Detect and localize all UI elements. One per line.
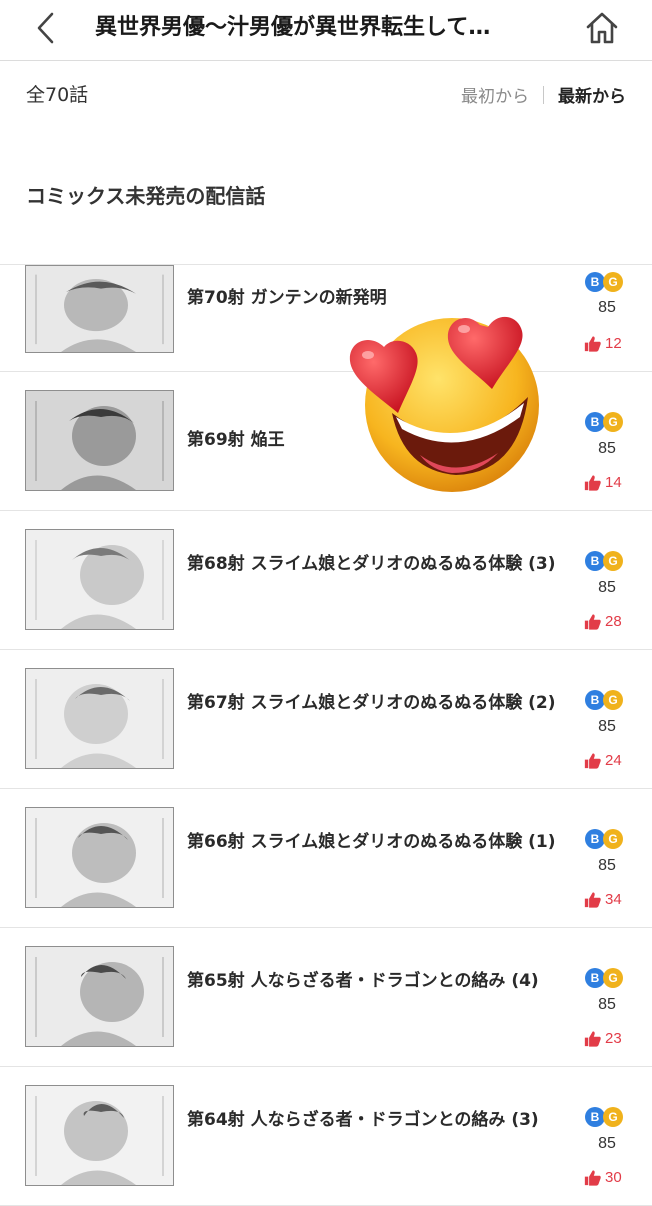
episode-price: 85	[598, 299, 616, 316]
episode-row[interactable]: 第68射 スライム娘とダリオのぬるぬる体験 (3) B G 85 28	[0, 511, 652, 650]
b-badge-icon: B	[585, 551, 605, 571]
episode-row[interactable]: 第69射 焔王 B G 85 14	[0, 372, 652, 511]
episode-row[interactable]: 第65射 人ならざる者・ドラゴンとの絡み (4) B G 85 23	[0, 928, 652, 1067]
like-count: 28	[605, 612, 622, 630]
thumbs-up-icon	[584, 335, 601, 352]
episode-row[interactable]: 第67射 スライム娘とダリオのぬるぬる体験 (2) B G 85 24	[0, 650, 652, 789]
episode-thumbnail[interactable]	[25, 529, 174, 630]
b-badge-icon: B	[585, 690, 605, 710]
g-badge-icon: G	[603, 1107, 623, 1127]
chevron-left-icon	[37, 12, 54, 44]
episode-title: 第65射 人ならざる者・ドラゴンとの絡み (4)	[187, 971, 539, 991]
sort-toggle: 最初から 最新から	[461, 82, 626, 107]
point-badges: B G	[585, 551, 627, 573]
top-bar: 異世界男優〜汁男優が異世界転生して…	[0, 0, 652, 61]
thumbs-up-icon	[584, 1030, 601, 1047]
heart-eyes-emoji-icon	[349, 316, 539, 492]
page-title: 異世界男優〜汁男優が異世界転生して…	[95, 15, 491, 40]
like-count: 30	[605, 1168, 622, 1186]
episode-price: 85	[598, 996, 616, 1013]
like-counter[interactable]: 34	[584, 889, 622, 909]
episode-thumbnail[interactable]	[25, 1085, 174, 1186]
b-badge-icon: B	[585, 272, 605, 292]
manga-panel-image	[26, 266, 173, 352]
episode-row[interactable]: 第64射 人ならざる者・ドラゴンとの絡み (3) B G 85 30	[0, 1067, 652, 1206]
home-icon	[586, 12, 618, 44]
b-badge-icon: B	[585, 1107, 605, 1127]
manga-panel-image	[26, 1086, 173, 1185]
episode-title: 第64射 人ならざる者・ドラゴンとの絡み (3)	[187, 1110, 539, 1130]
thumbs-up-icon	[584, 474, 601, 491]
manga-panel-image	[26, 530, 173, 629]
point-badges: B G	[585, 829, 627, 851]
episode-price: 85	[598, 579, 616, 596]
like-counter[interactable]: 14	[584, 472, 622, 492]
home-button[interactable]	[582, 8, 622, 48]
episode-thumbnail[interactable]	[25, 668, 174, 769]
episode-thumbnail[interactable]	[25, 807, 174, 908]
manga-panel-image	[26, 391, 173, 490]
like-count: 14	[605, 473, 622, 491]
point-badges: B G	[585, 412, 627, 434]
like-count: 34	[605, 890, 622, 908]
point-badges: B G	[585, 272, 627, 294]
sort-oldest-button[interactable]: 最初から	[461, 82, 529, 107]
like-counter[interactable]: 12	[584, 333, 622, 353]
episode-price: 85	[598, 857, 616, 874]
thumbs-up-icon	[584, 752, 601, 769]
episode-price: 85	[598, 440, 616, 457]
episode-price: 85	[598, 1135, 616, 1152]
point-badges: B G	[585, 690, 627, 712]
like-count: 23	[605, 1029, 622, 1047]
like-count: 24	[605, 751, 622, 769]
episode-thumbnail[interactable]	[25, 390, 174, 491]
like-counter[interactable]: 28	[584, 611, 622, 631]
episode-title: 第66射 スライム娘とダリオのぬるぬる体験 (1)	[187, 832, 556, 852]
episode-title: 第67射 スライム娘とダリオのぬるぬる体験 (2)	[187, 693, 556, 713]
g-badge-icon: G	[603, 551, 623, 571]
manga-panel-image	[26, 669, 173, 768]
b-badge-icon: B	[585, 829, 605, 849]
section-heading: コミックス未発売の配信話	[26, 184, 266, 208]
episode-thumbnail[interactable]	[25, 265, 174, 353]
episode-row[interactable]: 第66射 スライム娘とダリオのぬるぬる体験 (1) B G 85 34	[0, 789, 652, 928]
sort-divider	[543, 85, 544, 104]
manga-panel-image	[26, 808, 173, 907]
g-badge-icon: G	[603, 829, 623, 849]
g-badge-icon: G	[603, 690, 623, 710]
g-badge-icon: G	[603, 968, 623, 988]
like-count: 12	[605, 334, 622, 352]
thumbs-up-icon	[584, 891, 601, 908]
like-counter[interactable]: 24	[584, 750, 622, 770]
episode-total: 全70話	[26, 84, 89, 106]
point-badges: B G	[585, 968, 627, 990]
like-counter[interactable]: 23	[584, 1028, 622, 1048]
like-counter[interactable]: 30	[584, 1167, 622, 1187]
thumbs-up-icon	[584, 613, 601, 630]
manga-panel-image	[26, 947, 173, 1046]
point-badges: B G	[585, 1107, 627, 1129]
thumbs-up-icon	[584, 1169, 601, 1186]
b-badge-icon: B	[585, 968, 605, 988]
g-badge-icon: G	[603, 272, 623, 292]
episode-price: 85	[598, 718, 616, 735]
episode-title: 第68射 スライム娘とダリオのぬるぬる体験 (3)	[187, 554, 556, 574]
back-button[interactable]	[30, 8, 66, 48]
episode-count-row: 全70話 最初から 最新から	[0, 60, 652, 130]
sort-newest-button[interactable]: 最新から	[558, 82, 626, 107]
g-badge-icon: G	[603, 412, 623, 432]
episode-thumbnail[interactable]	[25, 946, 174, 1047]
b-badge-icon: B	[585, 412, 605, 432]
